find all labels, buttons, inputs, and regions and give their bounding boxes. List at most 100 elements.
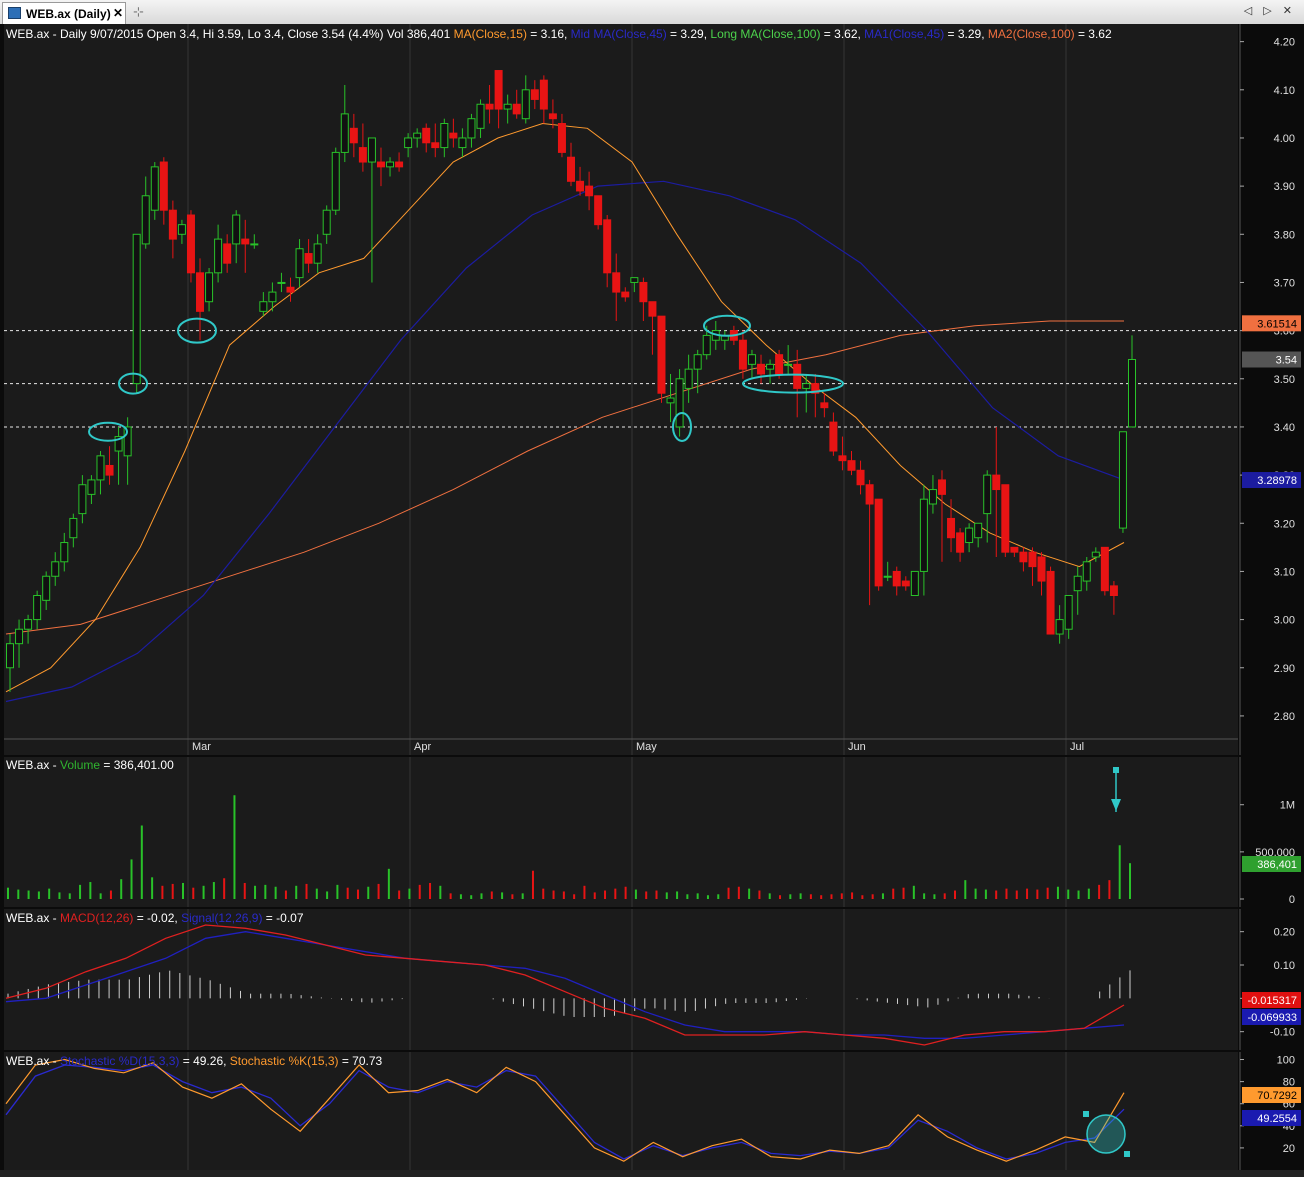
candle-body <box>214 238 223 274</box>
price-y-3-tick-label: 3.90 <box>1274 181 1295 193</box>
candle-body <box>684 368 693 389</box>
candle-body <box>657 315 666 394</box>
candle-body <box>530 89 539 100</box>
macd-y-0-tick-label: 0.20 <box>1274 927 1295 939</box>
stochastic-chart[interactable]: 1008060402070.729249.2554 <box>0 1052 1304 1170</box>
candle-body <box>919 498 928 572</box>
stoch-annotation-handle-2 <box>1124 1151 1130 1157</box>
candle-body <box>1001 484 1010 553</box>
stoch-plot-area <box>4 1052 1238 1170</box>
chart-tab-label: WEB.ax (Daily) <box>26 7 111 21</box>
tab-navigation-icons[interactable]: ◁ ▷ ✕ <box>1244 4 1296 17</box>
macd-pane-title: WEB.ax - MACD(12,26) = -0.02, Signal(12,… <box>6 911 304 925</box>
candle-body <box>467 118 476 139</box>
price-y-2-tick-label: 4.00 <box>1274 133 1295 145</box>
close-icon[interactable]: ✕ <box>113 6 123 20</box>
candle-body <box>196 272 205 312</box>
candle-body <box>304 253 313 264</box>
candle-body <box>1010 546 1019 553</box>
candle-body <box>186 214 195 274</box>
candle-body <box>367 137 376 163</box>
sheet-tabs-bar[interactable] <box>0 1170 1304 1177</box>
candle-body <box>1028 551 1037 568</box>
candle-body <box>1109 585 1118 597</box>
stoch-d-last-tag-label: 49.2554 <box>1257 1113 1297 1125</box>
candle-body <box>983 474 992 515</box>
candle-body <box>1091 551 1100 558</box>
candle-body <box>177 224 186 235</box>
macd-y-1-tick-label: 0.10 <box>1274 960 1295 972</box>
stochastic-pane-title: WEB.ax - Stochastic %D(15,3,3) = 49.26, … <box>6 1054 383 1068</box>
price-x-label-May: May <box>636 741 657 753</box>
price-y-1-tick-label: 4.10 <box>1274 85 1295 97</box>
candle-body <box>630 277 639 283</box>
candle-body <box>693 354 702 370</box>
candle-body <box>413 132 422 139</box>
price-y-14-tick-label: 2.80 <box>1274 711 1295 723</box>
candle-body <box>793 363 802 389</box>
ma45-axis-tag-label: 3.28978 <box>1257 475 1297 487</box>
candle-body <box>702 334 711 356</box>
candle-body <box>784 363 793 366</box>
candle-body <box>250 243 259 246</box>
price-chart[interactable]: 4.204.104.003.903.803.703.603.503.403.30… <box>0 24 1304 755</box>
candle-body <box>24 619 33 630</box>
macd-y-3-tick-label: -0.10 <box>1270 1027 1295 1039</box>
candle-body <box>386 161 395 168</box>
candle-body <box>268 291 277 303</box>
candle-body <box>675 378 684 428</box>
candle-body <box>992 474 1001 491</box>
candle-body <box>51 561 60 577</box>
candle-body <box>576 180 585 192</box>
price-x-label-Jul: Jul <box>1070 741 1084 753</box>
candle-body <box>956 532 965 553</box>
price-y-5-tick-label: 3.70 <box>1274 277 1295 289</box>
candle-body <box>910 570 919 597</box>
macd-pane[interactable]: 0.200.100.00-0.10-0.015317-0.069933 WEB.… <box>0 909 1304 1050</box>
candle-body <box>476 103 485 129</box>
candle-body <box>458 137 467 149</box>
stoch-annotation-handle-1 <box>1083 1111 1089 1117</box>
macd-chart[interactable]: 0.200.100.00-0.10-0.015317-0.069933 <box>0 909 1304 1050</box>
candle-body <box>766 363 775 370</box>
candle-body <box>141 195 150 245</box>
candle-body <box>449 132 458 139</box>
price-x-label-Mar: Mar <box>192 741 211 753</box>
stoch-k-last-tag-label: 70.7292 <box>1257 1090 1297 1102</box>
candle-body <box>295 248 304 279</box>
candle-body <box>376 161 385 168</box>
candle-body <box>775 354 784 375</box>
candle-body <box>422 127 431 144</box>
price-y-10-tick-label: 3.20 <box>1274 518 1295 530</box>
candle-body <box>159 161 168 211</box>
candle-body <box>557 123 566 153</box>
candle-body <box>612 272 621 293</box>
candle-body <box>105 464 114 476</box>
window-titlebar: WEB.ax (Daily) ✕ ⊹ ◁ ▷ ✕ <box>0 0 1304 25</box>
candle-body <box>666 397 675 404</box>
candle-body <box>974 522 983 539</box>
volume-pane[interactable]: 1M 500,000 0 386,401 WEB.ax - Volume = 386,… <box>0 757 1304 907</box>
candle-body <box>96 455 105 481</box>
chart-tab[interactable]: WEB.ax (Daily) ✕ <box>2 2 126 24</box>
candle-body <box>313 243 322 264</box>
candle-body <box>892 570 901 587</box>
volume-chart[interactable]: 1M500,0000386,401 <box>0 757 1304 907</box>
candle-body <box>603 219 612 274</box>
pin-icon[interactable]: ⊹ <box>133 4 144 20</box>
stochastic-pane[interactable]: 100 80 60 40 20 70.7292 49.2554 WEB.ax - Stoch… <box>0 1052 1304 1170</box>
candle-body <box>431 142 440 149</box>
candle-body <box>241 238 250 245</box>
candle-body <box>78 484 87 515</box>
candle-body <box>1019 551 1028 563</box>
stoch-annotation-circle <box>1086 1114 1126 1154</box>
candle-body <box>901 580 910 587</box>
candle-body <box>232 214 241 245</box>
candle-body <box>6 643 14 669</box>
price-pane[interactable]: 4.204.104.003.903.803.703.603.503.403.30… <box>0 24 1304 755</box>
candle-body <box>33 595 42 621</box>
candle-body <box>594 195 603 226</box>
price-y-12-tick-label: 3.00 <box>1274 615 1295 627</box>
candle-body <box>521 89 530 120</box>
ma100-axis-tag-label: 3.61514 <box>1257 318 1297 330</box>
